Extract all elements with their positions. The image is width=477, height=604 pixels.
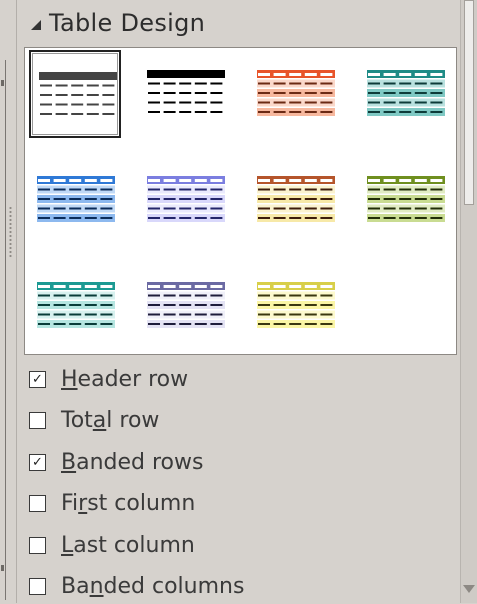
option-mnemonic: H — [61, 366, 78, 392]
option-mnemonic: a — [92, 408, 107, 433]
table-style-tile[interactable] — [29, 50, 121, 138]
vertical-scrollbar[interactable] — [460, 0, 477, 603]
option-row[interactable]: ✓ Header row — [29, 362, 188, 396]
table-style-tile[interactable] — [29, 156, 121, 244]
table-style-preview-icon — [39, 72, 117, 118]
option-label: Header row — [61, 367, 188, 392]
option-label-text: Fi — [61, 491, 79, 516]
option-label-text: l row — [106, 408, 160, 433]
table-style-tile[interactable] — [249, 262, 341, 350]
rail-divider — [5, 60, 6, 600]
option-label: First column — [61, 491, 195, 516]
option-label: Total row — [61, 408, 159, 433]
option-label-text: Ba — [61, 574, 90, 599]
collapse-triangle-icon[interactable] — [31, 20, 41, 30]
option-row[interactable]: Last column — [29, 528, 195, 562]
option-label: Banded rows — [61, 450, 203, 475]
table-style-tile[interactable] — [249, 156, 341, 244]
table-design-panel: Table Design ✓ Header row Total row ✓ Banded… — [19, 0, 459, 603]
table-style-preview-icon — [37, 282, 115, 328]
scrollbar-thumb[interactable] — [464, 0, 474, 205]
table-style-preview-icon — [257, 282, 335, 328]
checkbox-unchecked-icon[interactable] — [29, 412, 46, 429]
table-style-preview-icon — [147, 70, 225, 116]
option-row[interactable]: First column — [29, 487, 195, 521]
table-style-gallery — [24, 47, 457, 355]
checkbox-unchecked-icon[interactable] — [29, 495, 46, 512]
table-style-tile[interactable] — [139, 50, 231, 138]
table-style-tile[interactable] — [249, 50, 341, 138]
table-style-preview-icon — [367, 176, 445, 222]
checkbox-checked-icon[interactable]: ✓ — [29, 453, 46, 471]
option-row[interactable]: Banded columns — [29, 570, 244, 604]
panel-title: Table Design — [49, 9, 206, 37]
left-sidebar-splitter[interactable] — [0, 0, 17, 603]
table-style-preview-icon — [147, 282, 225, 328]
option-label-text: ast column — [73, 532, 195, 558]
option-mnemonic: r — [78, 491, 88, 516]
table-style-tile[interactable] — [359, 156, 451, 244]
table-style-tile[interactable] — [29, 262, 121, 350]
option-label-text: eader row — [77, 366, 189, 392]
splitter-grip-icon[interactable] — [9, 206, 12, 258]
table-style-tile[interactable] — [139, 156, 231, 244]
rail-tick — [1, 80, 4, 86]
table-style-preview-icon — [257, 70, 335, 116]
checkbox-checked-icon[interactable]: ✓ — [29, 370, 46, 388]
option-mnemonic: B — [61, 449, 77, 475]
option-label-text: Tot — [61, 408, 93, 433]
option-mnemonic: n — [89, 574, 104, 599]
option-label: Last column — [61, 533, 195, 558]
option-row[interactable]: ✓ Banded rows — [29, 445, 203, 479]
option-mnemonic: L — [61, 532, 74, 558]
option-label: Banded columns — [61, 574, 244, 599]
table-style-tile[interactable] — [139, 262, 231, 350]
scroll-down-arrow-icon[interactable] — [463, 585, 475, 593]
checkbox-unchecked-icon[interactable] — [29, 536, 46, 554]
option-row[interactable]: Total row — [29, 404, 159, 438]
rail-tick — [1, 565, 4, 571]
table-style-preview-icon — [37, 176, 115, 222]
table-style-tile[interactable] — [359, 50, 451, 138]
table-style-preview-icon — [367, 70, 445, 116]
checkbox-unchecked-icon[interactable] — [29, 578, 46, 595]
option-label-text: anded rows — [76, 449, 204, 475]
table-style-preview-icon — [257, 176, 335, 222]
panel-header[interactable]: Table Design — [19, 0, 459, 46]
rail-divider-right — [16, 0, 17, 603]
option-label-text: st column — [87, 491, 196, 516]
table-style-preview-icon — [147, 176, 225, 222]
option-label-text: ded columns — [103, 574, 245, 599]
